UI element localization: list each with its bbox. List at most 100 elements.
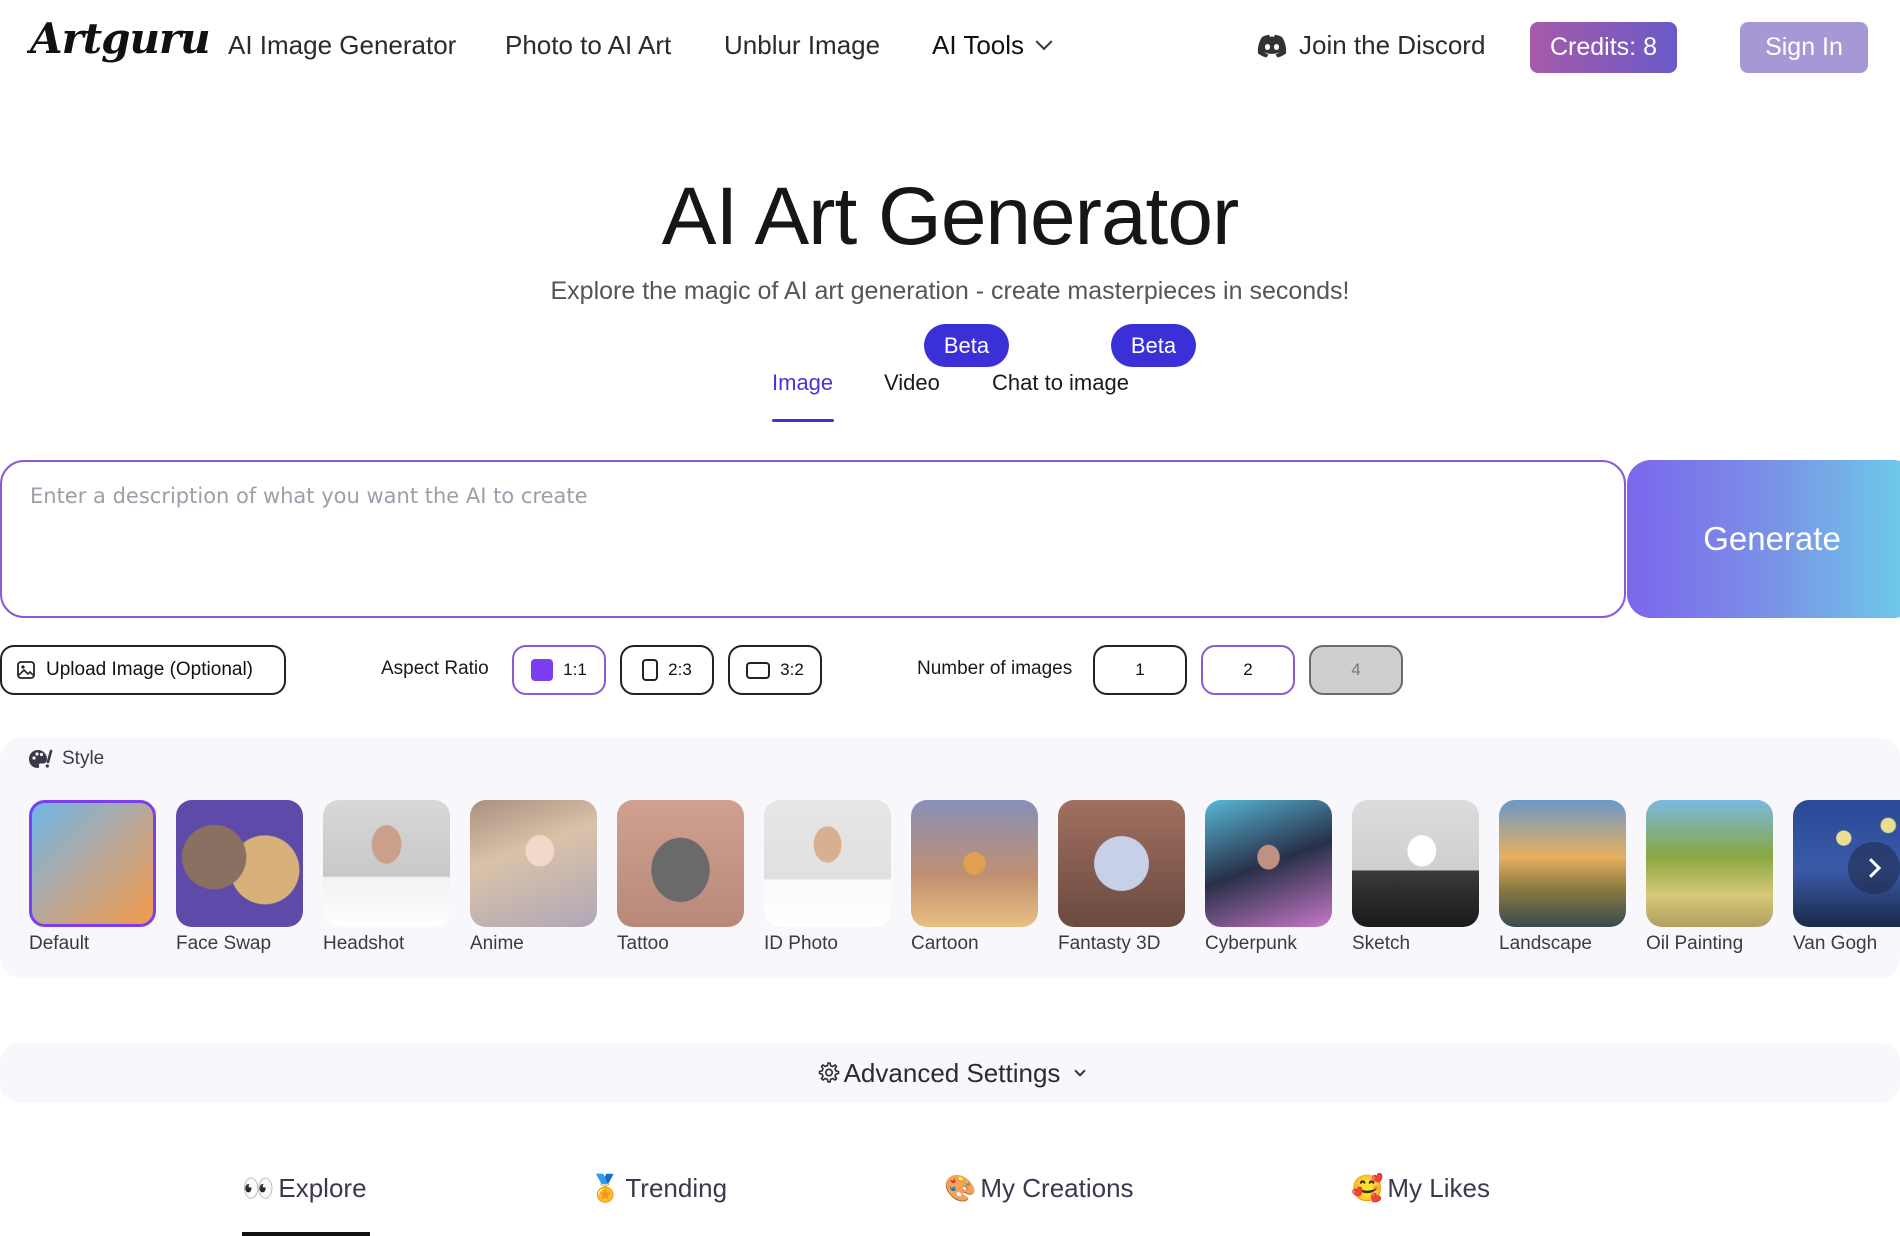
nav-ai-tools-dropdown[interactable]: AI Tools bbox=[932, 30, 1053, 61]
generate-button[interactable]: Generate bbox=[1627, 460, 1900, 618]
portrait-ratio-icon bbox=[642, 659, 659, 681]
prompt-input[interactable] bbox=[0, 460, 1626, 618]
feed-tab-my-likes-label: My Likes bbox=[1387, 1173, 1490, 1203]
style-option-oil-painting[interactable]: Oil Painting bbox=[1646, 800, 1773, 955]
style-thumbnail-sketch bbox=[1352, 800, 1479, 927]
style-option-id-photo[interactable]: ID Photo bbox=[764, 800, 891, 955]
chevron-down-icon bbox=[1074, 1065, 1087, 1077]
nav-photo-to-ai-art[interactable]: Photo to AI Art bbox=[505, 30, 671, 61]
upload-image-label: Upload Image (Optional) bbox=[46, 659, 253, 680]
feed-tab-trending-label: Trending bbox=[625, 1173, 728, 1203]
discord-label: Join the Discord bbox=[1299, 30, 1486, 60]
image-icon bbox=[17, 661, 35, 679]
aspect-ratio-3-2[interactable]: 3:2 bbox=[728, 645, 822, 695]
style-heading-label: Style bbox=[62, 748, 105, 769]
style-thumbnail-id-photo bbox=[764, 800, 891, 927]
nav-ai-tools-label: AI Tools bbox=[932, 30, 1025, 60]
gear-icon bbox=[818, 1062, 839, 1083]
style-next-arrow[interactable] bbox=[1848, 842, 1900, 894]
style-thumbnail-anime bbox=[470, 800, 597, 927]
aspect-ratio-1-1[interactable]: 1:1 bbox=[512, 645, 606, 695]
style-label-van-gogh: Van Gogh bbox=[1793, 933, 1878, 954]
feed-tab-explore[interactable]: 👀 Explore bbox=[242, 1173, 367, 1204]
style-option-cartoon[interactable]: Cartoon bbox=[911, 800, 1038, 955]
image-count-2[interactable]: 2 bbox=[1201, 645, 1295, 695]
top-navigation: Artguru AI Image Generator Photo to AI A… bbox=[0, 0, 1900, 95]
style-label-cartoon: Cartoon bbox=[911, 933, 979, 954]
aspect-ratio-2-3[interactable]: 2:3 bbox=[620, 645, 714, 695]
style-option-fantasty-3d[interactable]: Fantasty 3D bbox=[1058, 800, 1185, 955]
style-thumbnail-tattoo bbox=[617, 800, 744, 927]
feed-tab-explore-label: Explore bbox=[278, 1173, 367, 1203]
style-option-landscape[interactable]: Landscape bbox=[1499, 800, 1626, 955]
upload-image-button[interactable]: Upload Image (Optional) bbox=[0, 645, 286, 695]
advanced-settings-toggle[interactable]: Advanced Settings bbox=[0, 1043, 1900, 1103]
aspect-ratio-3-2-label: 3:2 bbox=[780, 660, 804, 679]
palette-icon bbox=[29, 749, 53, 768]
active-tab-indicator bbox=[772, 419, 834, 422]
style-label-sketch: Sketch bbox=[1352, 933, 1411, 954]
style-label-anime: Anime bbox=[470, 933, 524, 954]
video-beta-badge: Beta bbox=[924, 324, 1009, 367]
style-label-fantasty-3d: Fantasty 3D bbox=[1058, 933, 1161, 954]
style-thumbnail-fantasty-3d bbox=[1058, 800, 1185, 927]
style-thumbnail-oil-painting bbox=[1646, 800, 1773, 927]
style-label-oil-painting: Oil Painting bbox=[1646, 933, 1744, 954]
style-option-default[interactable]: Default bbox=[29, 800, 156, 955]
style-option-anime[interactable]: Anime bbox=[470, 800, 597, 955]
aspect-ratio-1-1-label: 1:1 bbox=[563, 660, 587, 679]
eyes-icon: 👀 bbox=[242, 1173, 275, 1203]
square-ratio-icon bbox=[531, 659, 554, 681]
style-thumbnail-headshot bbox=[323, 800, 450, 927]
join-discord-link[interactable]: Join the Discord bbox=[1257, 30, 1485, 61]
page-title: AI Art Generator bbox=[661, 171, 1240, 262]
style-thumbnail-cyberpunk bbox=[1205, 800, 1332, 927]
style-option-sketch[interactable]: Sketch bbox=[1352, 800, 1479, 955]
style-label-face-swap: Face Swap bbox=[176, 933, 272, 954]
style-label-landscape: Landscape bbox=[1499, 933, 1592, 954]
aspect-ratio-label: Aspect Ratio bbox=[381, 658, 489, 679]
image-count-1[interactable]: 1 bbox=[1093, 645, 1187, 695]
medal-icon: 🏅 bbox=[589, 1173, 622, 1203]
chevron-right-icon bbox=[1861, 858, 1882, 878]
advanced-settings-label: Advanced Settings bbox=[843, 1057, 1061, 1088]
feed-tab-my-creations-label: My Creations bbox=[980, 1173, 1134, 1203]
sign-in-button[interactable]: Sign In bbox=[1740, 22, 1868, 73]
nav-unblur-image[interactable]: Unblur Image bbox=[724, 30, 880, 61]
feed-tab-my-likes[interactable]: 🥰 My Likes bbox=[1351, 1173, 1490, 1204]
active-feed-tab-indicator bbox=[242, 1232, 370, 1236]
tab-video[interactable]: Video bbox=[884, 370, 940, 396]
tab-chat-to-image[interactable]: Chat to image bbox=[992, 370, 1129, 396]
style-option-headshot[interactable]: Headshot bbox=[323, 800, 450, 955]
style-option-face-swap[interactable]: Face Swap bbox=[176, 800, 303, 955]
style-thumbnail-cartoon bbox=[911, 800, 1038, 927]
style-option-tattoo[interactable]: Tattoo bbox=[617, 800, 744, 955]
palette-emoji-icon: 🎨 bbox=[944, 1173, 977, 1203]
style-thumbnail-face-swap bbox=[176, 800, 303, 927]
landscape-ratio-icon bbox=[746, 661, 771, 679]
image-count-4: 4 bbox=[1309, 645, 1403, 695]
number-of-images-label: Number of images bbox=[917, 658, 1073, 679]
style-label-id-photo: ID Photo bbox=[764, 933, 838, 954]
style-panel: Style Default Face Swap Headshot Anime Tatto… bbox=[0, 738, 1900, 978]
style-label-headshot: Headshot bbox=[323, 933, 405, 954]
style-thumbnail-landscape bbox=[1499, 800, 1626, 927]
style-label-tattoo: Tattoo bbox=[617, 933, 669, 954]
style-thumbnail-default bbox=[29, 800, 156, 927]
smiling-hearts-icon: 🥰 bbox=[1351, 1173, 1384, 1203]
aspect-ratio-2-3-label: 2:3 bbox=[668, 660, 692, 679]
chat-beta-badge: Beta bbox=[1111, 324, 1196, 367]
feed-tab-my-creations[interactable]: 🎨 My Creations bbox=[944, 1173, 1134, 1204]
tab-image[interactable]: Image bbox=[772, 370, 833, 396]
feed-tab-trending[interactable]: 🏅 Trending bbox=[589, 1173, 727, 1204]
nav-ai-image-generator[interactable]: AI Image Generator bbox=[228, 30, 456, 61]
chevron-down-icon bbox=[1035, 32, 1053, 50]
style-label-cyberpunk: Cyberpunk bbox=[1205, 933, 1297, 954]
page-subtitle: Explore the magic of AI art generation -… bbox=[550, 277, 1350, 305]
credits-button[interactable]: Credits: 8 bbox=[1530, 22, 1677, 73]
discord-icon bbox=[1257, 34, 1287, 57]
style-label-default: Default bbox=[29, 933, 90, 954]
style-heading: Style bbox=[28, 748, 104, 770]
artguru-logo[interactable]: Artguru bbox=[30, 14, 211, 63]
style-option-cyberpunk[interactable]: Cyberpunk bbox=[1205, 800, 1332, 955]
